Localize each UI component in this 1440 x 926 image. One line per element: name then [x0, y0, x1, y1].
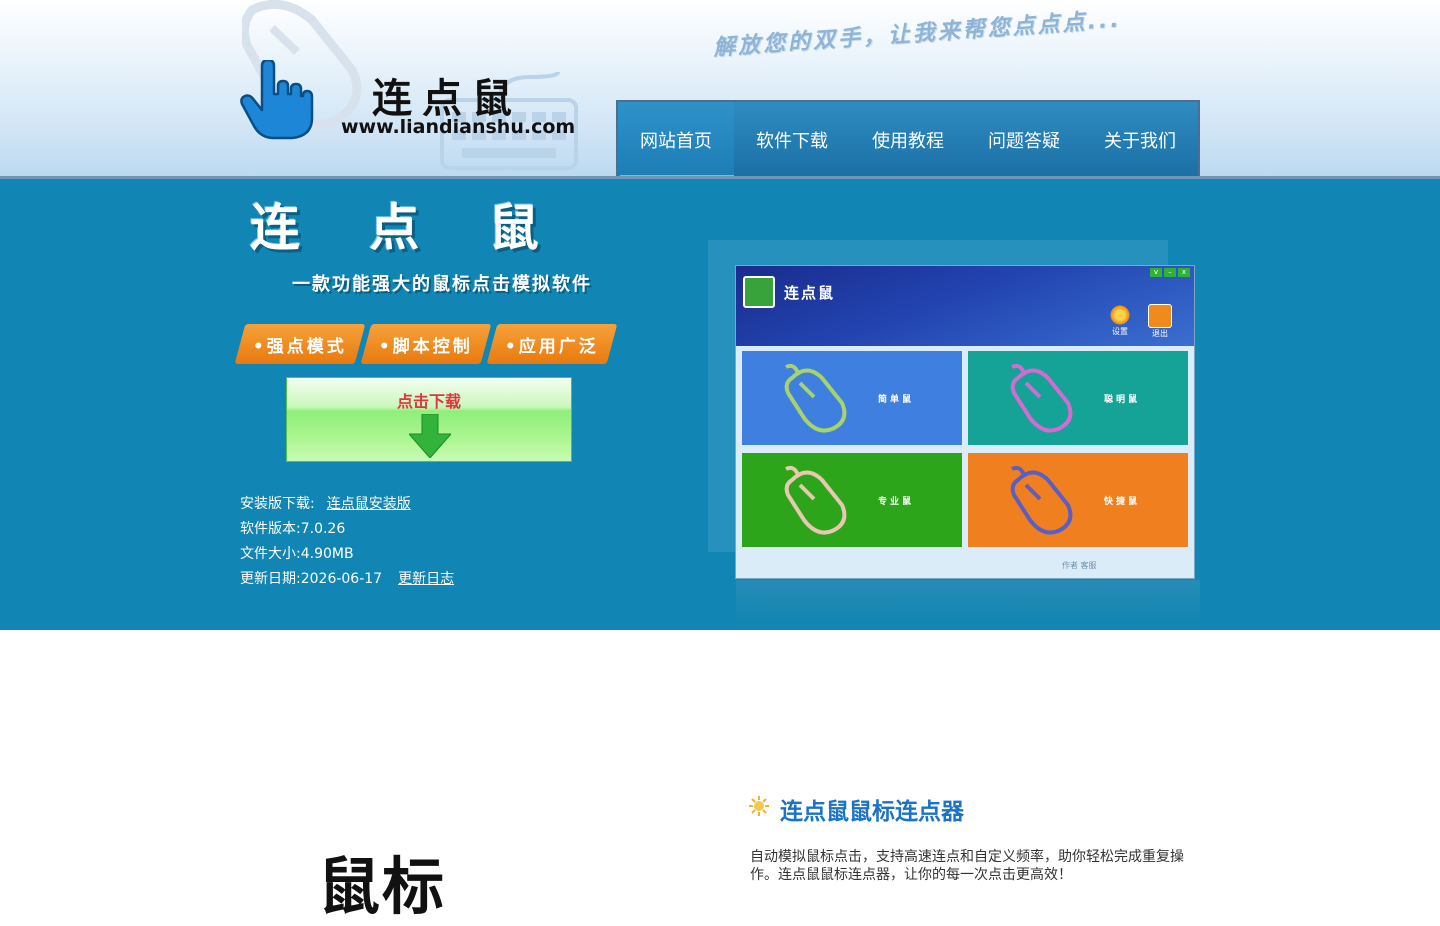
feature-tag: •强点模式 — [234, 324, 366, 364]
mouse-icon — [784, 465, 847, 535]
menu-icon: v — [1150, 268, 1162, 277]
down-arrow-icon — [409, 414, 451, 458]
nav-item-home[interactable]: 网站首页 — [618, 102, 734, 178]
nav-item-about[interactable]: 关于我们 — [1082, 102, 1198, 178]
minimize-icon: – — [1164, 268, 1176, 277]
header-slogan: 解放您的双手，让我来帮您点点点... — [712, 7, 1123, 61]
feature-tag-label: •脚本控制 — [379, 336, 473, 357]
exit-icon — [1148, 304, 1172, 328]
app-title: 连点鼠 — [784, 284, 836, 302]
hero-title: 连 点 鼠 — [250, 199, 565, 257]
section-title: 连点鼠鼠标连点器 — [780, 799, 964, 825]
app-logo-icon — [743, 276, 775, 308]
window-controls: v – x — [1150, 268, 1190, 277]
site-header: 连点鼠 www.liandianshu.com 解放您的双手，让我来帮您点点点.… — [0, 0, 1440, 178]
close-icon: x — [1178, 268, 1190, 277]
tile-simple-mouse: 简单鼠 — [742, 351, 962, 445]
install-download-row: 安装版下载: 连点鼠安装版 — [240, 493, 411, 513]
feature-tag: •应用广泛 — [486, 324, 618, 364]
file-size: 文件大小:4.90MB — [240, 546, 354, 562]
tile-label: 快捷鼠 — [1104, 496, 1141, 507]
app-footer: 作者 客服 — [1062, 561, 1097, 570]
section-description: 自动模拟鼠标点击，支持高速连点和自定义频率，助你轻松完成重复操作。连点鼠鼠标连点… — [750, 849, 1184, 883]
tile-label: 专业鼠 — [878, 496, 915, 507]
download-button-label: 点击下载 — [396, 392, 461, 411]
feature-tag: •脚本控制 — [360, 324, 492, 364]
feature-tag-label: •应用广泛 — [505, 336, 599, 357]
app-preview-window: 连点鼠 v – x 设置 退出 简单鼠 聪明鼠 专业鼠 快捷鼠 作者 客服 — [735, 265, 1195, 579]
mouse-icon — [784, 363, 847, 433]
feature-tag-label: •强点模式 — [253, 336, 347, 357]
settings-tool-label: 设置 — [1112, 327, 1128, 336]
tile-pro-mouse: 专业鼠 — [742, 453, 962, 547]
app-titlebar: 连点鼠 v – x 设置 退出 — [736, 266, 1194, 346]
settings-tool: 设置 — [1108, 304, 1132, 340]
feature-tags: •强点模式 •脚本控制 •应用广泛 — [234, 324, 618, 364]
exit-tool: 退出 — [1148, 304, 1172, 340]
update-date: 更新日期:2026-06-17 — [240, 571, 383, 587]
logo-hand-cursor-icon — [240, 60, 314, 140]
tile-label: 聪明鼠 — [1104, 394, 1141, 405]
nav-item-download[interactable]: 软件下载 — [734, 102, 850, 178]
install-label: 安装版下载: — [240, 496, 315, 512]
section-big-heading: 鼠标 — [318, 850, 447, 923]
install-version-link[interactable]: 连点鼠安装版 — [327, 496, 411, 512]
tile-quick-mouse: 快捷鼠 — [968, 453, 1188, 547]
tile-smart-mouse: 聪明鼠 — [968, 351, 1188, 445]
mouse-icon — [1010, 363, 1073, 433]
hero-subtitle: 一款功能强大的鼠标点击模拟软件 — [292, 274, 592, 295]
main-nav: 网站首页 软件下载 使用教程 问题答疑 关于我们 — [616, 100, 1200, 178]
tile-label: 简单鼠 — [878, 394, 915, 405]
logo-url[interactable]: www.liandianshu.com — [341, 116, 575, 138]
gear-icon — [1109, 304, 1131, 326]
app-preview-reflection — [736, 580, 1200, 630]
nav-item-tutorial[interactable]: 使用教程 — [850, 102, 966, 178]
sun-icon — [749, 796, 769, 816]
download-button[interactable]: 点击下载 — [286, 377, 572, 462]
changelog-link[interactable]: 更新日志 — [398, 571, 454, 587]
mouse-icon — [1010, 465, 1073, 535]
nav-item-faq[interactable]: 问题答疑 — [966, 102, 1082, 178]
software-version: 软件版本:7.0.26 — [240, 521, 346, 537]
update-date-row: 更新日期:2026-06-17 更新日志 — [240, 568, 454, 588]
exit-tool-label: 退出 — [1152, 329, 1168, 338]
